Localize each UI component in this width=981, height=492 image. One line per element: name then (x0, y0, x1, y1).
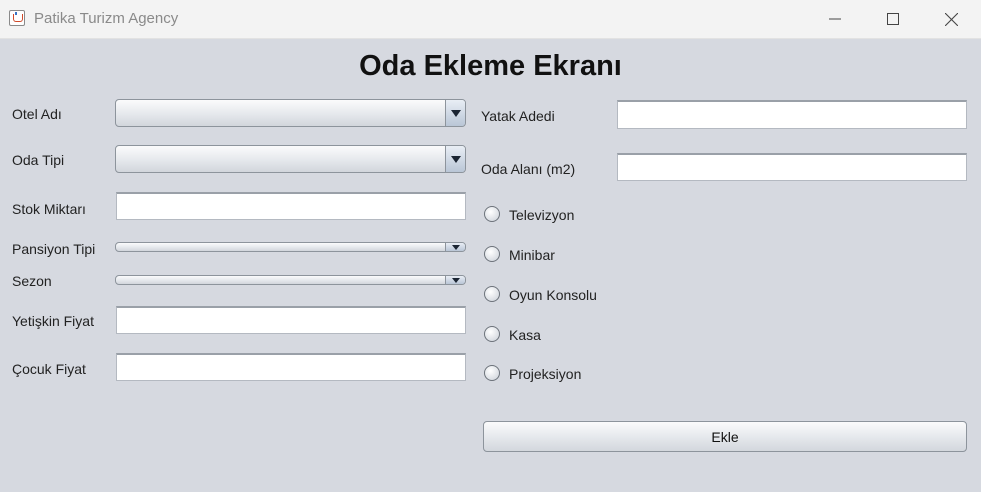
yetiskin-fiyat-field[interactable] (116, 306, 466, 334)
minibar-label: Minibar (509, 247, 555, 263)
sezon-label: Sezon (12, 273, 52, 289)
close-button[interactable] (922, 0, 980, 38)
oyun-konsolu-radio[interactable] (484, 286, 500, 302)
chevron-down-icon[interactable] (445, 243, 465, 251)
maximize-icon (887, 13, 899, 25)
page-title: Oda Ekleme Ekranı (359, 50, 622, 82)
yatak-adedi-field[interactable] (617, 100, 967, 129)
oda-tipi-label: Oda Tipi (12, 152, 65, 168)
window-title: Patika Turizm Agency (34, 10, 179, 27)
oda-tipi-combobox[interactable] (115, 145, 466, 173)
sezon-combobox[interactable] (115, 275, 466, 285)
otel-adi-label: Otel Adı (12, 106, 62, 122)
ekle-button[interactable]: Ekle (483, 421, 967, 452)
close-icon (944, 12, 958, 26)
minimize-icon (829, 18, 841, 20)
cocuk-fiyat-label: Çocuk Fiyat (12, 361, 86, 377)
projeksiyon-label: Projeksiyon (509, 366, 582, 382)
title-bar: Patika Turizm Agency (0, 0, 981, 39)
televizyon-radio[interactable] (484, 206, 500, 222)
yetiskin-fiyat-label: Yetişkin Fiyat (12, 313, 94, 329)
pansiyon-tipi-combobox[interactable] (115, 242, 466, 252)
chevron-down-icon[interactable] (445, 276, 465, 284)
kasa-radio[interactable] (484, 326, 500, 342)
oyun-konsolu-label: Oyun Konsolu (509, 287, 597, 303)
oda-alani-field[interactable] (617, 153, 967, 181)
yatak-adedi-label: Yatak Adedi (481, 108, 555, 124)
projeksiyon-radio[interactable] (484, 365, 500, 381)
stok-miktari-label: Stok Miktarı (12, 201, 86, 217)
minimize-button[interactable] (806, 0, 864, 38)
chevron-down-icon[interactable] (445, 146, 465, 172)
maximize-button[interactable] (864, 0, 922, 38)
cocuk-fiyat-field[interactable] (116, 353, 466, 381)
pansiyon-tipi-label: Pansiyon Tipi (12, 241, 96, 257)
televizyon-label: Televizyon (509, 207, 575, 223)
java-app-icon (9, 10, 25, 26)
oda-alani-label: Oda Alanı (m2) (481, 161, 576, 177)
chevron-down-icon[interactable] (445, 100, 465, 126)
kasa-label: Kasa (509, 327, 541, 343)
otel-adi-combobox[interactable] (115, 99, 466, 127)
minibar-radio[interactable] (484, 246, 500, 262)
stok-miktari-field[interactable] (116, 192, 466, 220)
